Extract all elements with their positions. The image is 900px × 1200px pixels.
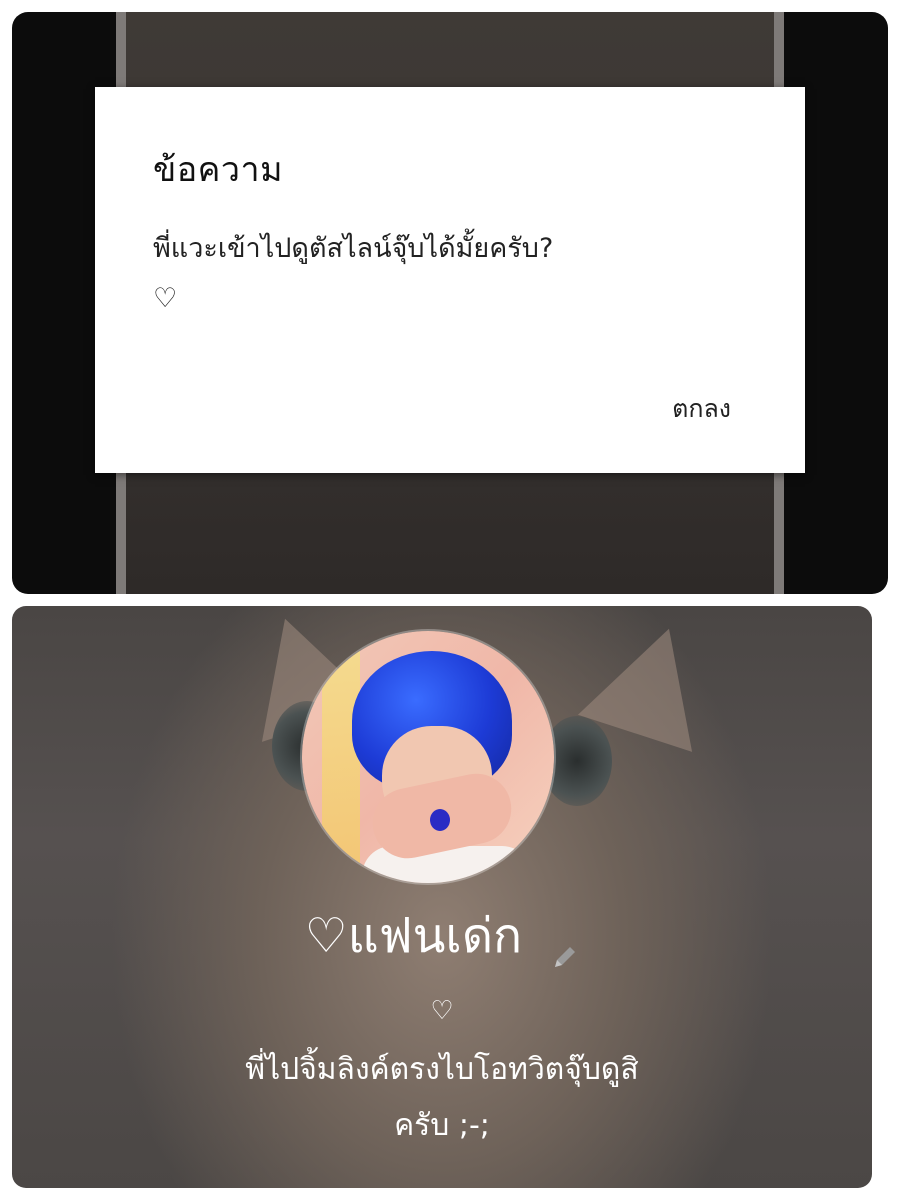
dialog-message: พี่แวะเข้าไปดูตัสไลน์จุ๊บได้มั้ยครับ? ♡ bbox=[153, 233, 554, 314]
profile-avatar[interactable] bbox=[302, 631, 554, 883]
ok-button[interactable]: ตกลง bbox=[664, 383, 739, 435]
avatar-background-stripe bbox=[322, 631, 360, 883]
status-message: พี่ไปจิ้มลิงค์ตรงไบโอทวิตจุ๊บดูสิ ครับ ;… bbox=[245, 1052, 639, 1143]
profile-screenshot-panel: ♡แฟนเด่ก ♡ พี่ไปจิ้มลิงค์ตรงไบโอทวิตจุ๊บ… bbox=[12, 606, 872, 1188]
status-heart: ♡ bbox=[430, 996, 454, 1026]
profile-name-row: ♡แฟนเด่ก bbox=[12, 906, 872, 967]
dialog-title: ข้อความ bbox=[153, 150, 284, 190]
avatar-ring bbox=[430, 809, 450, 831]
pencil-icon[interactable] bbox=[551, 925, 579, 967]
dialog-screenshot-panel: ข้อความ พี่แวะเข้าไปดูตัสไลน์จุ๊บได้มั้ย… bbox=[12, 12, 888, 594]
message-dialog: ข้อความ พี่แวะเข้าไปดูตัสไลน์จุ๊บได้มั้ย… bbox=[95, 87, 805, 473]
profile-name: ♡แฟนเด่ก bbox=[304, 908, 523, 964]
